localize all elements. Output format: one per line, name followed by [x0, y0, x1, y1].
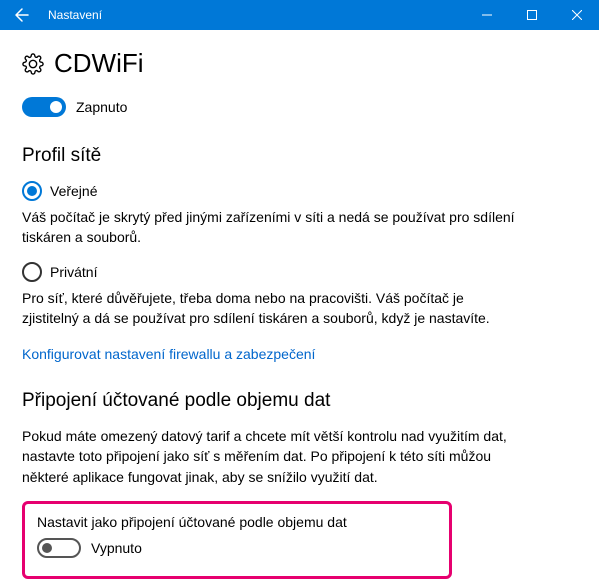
profile-public-desc: Váš počítač je skrytý před jinými zaříze…	[22, 207, 522, 248]
metered-toggle-label: Vypnuto	[91, 540, 142, 556]
gear-icon	[22, 53, 44, 75]
profile-private-row[interactable]: Privátní	[22, 262, 577, 282]
metered-toggle[interactable]	[37, 538, 81, 558]
metered-heading: Připojení účtované podle objemu dat	[22, 390, 577, 412]
titlebar: Nastavení	[0, 0, 599, 30]
profile-public-label: Veřejné	[50, 183, 97, 199]
wifi-enabled-toggle[interactable]	[22, 97, 66, 117]
content-area: CDWiFi Zapnuto Profil sítě Veřejné Váš p…	[0, 30, 599, 579]
close-button[interactable]	[554, 0, 599, 30]
profile-public-radio[interactable]	[22, 181, 42, 201]
minimize-icon	[482, 10, 492, 20]
metered-toggle-title: Nastavit jako připojení účtované podle o…	[37, 514, 437, 530]
back-button[interactable]	[0, 0, 44, 30]
window-title: Nastavení	[44, 0, 464, 30]
page-header: CDWiFi	[22, 48, 577, 79]
arrow-left-icon	[14, 7, 30, 23]
page-title: CDWiFi	[54, 48, 144, 79]
maximize-icon	[527, 10, 537, 20]
network-profile-heading: Profil sítě	[22, 145, 577, 167]
wifi-enabled-label: Zapnuto	[76, 99, 127, 115]
wifi-enabled-toggle-row: Zapnuto	[22, 97, 577, 117]
maximize-button[interactable]	[509, 0, 554, 30]
firewall-settings-link[interactable]: Konfigurovat nastavení firewallu a zabez…	[22, 346, 315, 362]
close-icon	[572, 10, 582, 20]
profile-private-radio[interactable]	[22, 262, 42, 282]
profile-private-label: Privátní	[50, 264, 97, 280]
metered-toggle-highlight: Nastavit jako připojení účtované podle o…	[22, 501, 452, 579]
minimize-button[interactable]	[464, 0, 509, 30]
profile-private-desc: Pro síť, které důvěřujete, třeba doma ne…	[22, 288, 522, 329]
metered-toggle-row: Vypnuto	[37, 538, 437, 558]
window-controls	[464, 0, 599, 30]
metered-desc: Pokud máte omezený datový tarif a chcete…	[22, 426, 522, 487]
profile-public-row[interactable]: Veřejné	[22, 181, 577, 201]
